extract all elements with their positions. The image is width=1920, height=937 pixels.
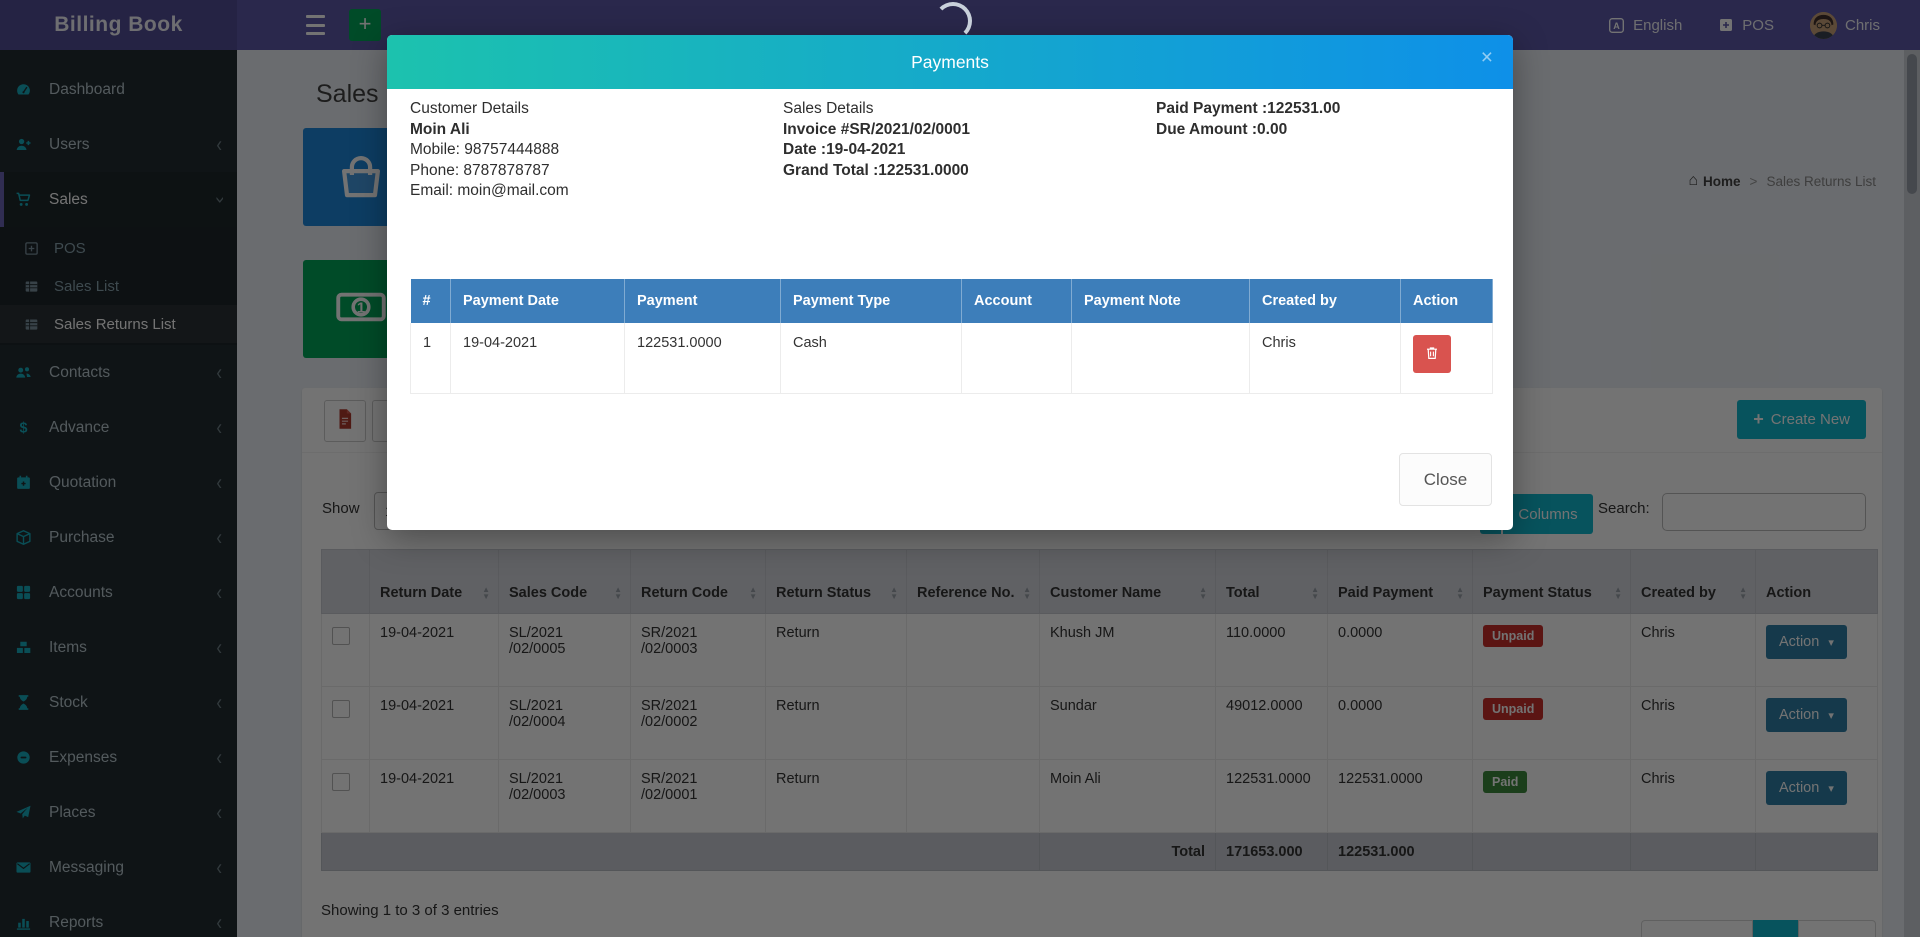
column-header-payment: Payment (625, 279, 781, 323)
customer-details: Customer Details Moin Ali Mobile: 987574… (410, 99, 569, 202)
column-header-payment-note: Payment Note (1072, 279, 1250, 323)
column-header-action: Action (1401, 279, 1493, 323)
customer-name: Moin Ali (410, 120, 569, 141)
column-header-account: Account (962, 279, 1072, 323)
loading-spinner (934, 2, 972, 40)
cell-payment-type: Cash (781, 323, 962, 394)
modal-close-button[interactable]: Close (1399, 453, 1492, 506)
cell-payment-note (1072, 323, 1250, 394)
sales-details-heading: Sales Details (783, 99, 970, 120)
payment-summary: Paid Payment :122531.00 Due Amount :0.00 (1156, 99, 1340, 140)
column-header-created-by: Created by (1250, 279, 1401, 323)
cell-payment: 122531.0000 (625, 323, 781, 394)
trash-icon (1424, 345, 1440, 364)
payments-table: # Payment Date Payment Payment Type Acco… (410, 279, 1493, 394)
due-amount: Due Amount :0.00 (1156, 120, 1340, 141)
payments-modal: Payments × Customer Details Moin Ali Mob… (387, 35, 1513, 530)
paid-payment: Paid Payment :122531.00 (1156, 99, 1340, 120)
column-header-payment-type: Payment Type (781, 279, 962, 323)
column-header-payment-date: Payment Date (451, 279, 625, 323)
modal-close-x[interactable]: × (1481, 46, 1493, 70)
customer-details-heading: Customer Details (410, 99, 569, 120)
sales-details: Sales Details Invoice #SR/2021/02/0001 D… (783, 99, 970, 181)
payment-row: 1 19-04-2021 122531.0000 Cash Chris (411, 323, 1493, 394)
customer-mobile: Mobile: 98757444888 (410, 140, 569, 161)
cell-payment-date: 19-04-2021 (451, 323, 625, 394)
customer-phone: Phone: 8787878787 (410, 161, 569, 182)
delete-payment-button[interactable] (1413, 335, 1451, 373)
invoice-number: Invoice #SR/2021/02/0001 (783, 120, 970, 141)
modal-header: Payments × (387, 35, 1513, 89)
cell-created-by: Chris (1250, 323, 1401, 394)
customer-email: Email: moin@mail.com (410, 181, 569, 202)
invoice-date: Date :19-04-2021 (783, 140, 970, 161)
grand-total: Grand Total :122531.0000 (783, 161, 970, 182)
modal-title: Payments (911, 52, 989, 73)
payments-header-row: # Payment Date Payment Payment Type Acco… (411, 279, 1493, 323)
cell-num: 1 (411, 323, 451, 394)
cell-account (962, 323, 1072, 394)
column-header-num: # (411, 279, 451, 323)
